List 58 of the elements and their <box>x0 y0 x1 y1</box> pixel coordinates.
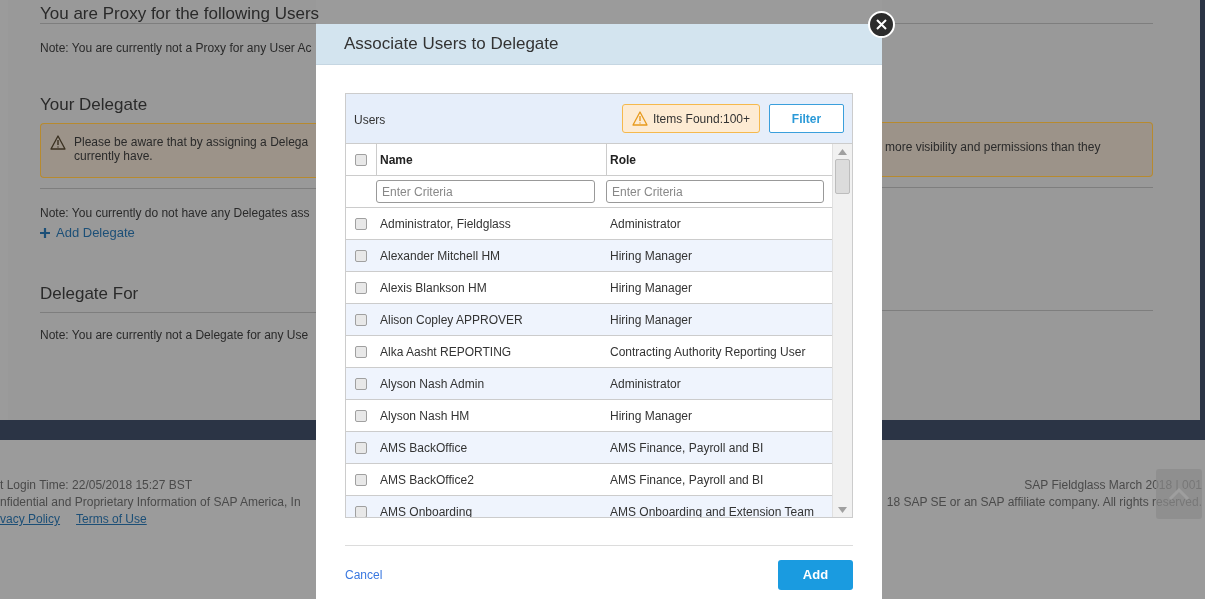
checkbox[interactable] <box>355 505 367 517</box>
name-cell-text: Alexander Mitchell HM <box>379 247 502 265</box>
column-header[interactable]: Name <box>376 144 606 175</box>
role-cell-text: Hiring Manager <box>609 311 694 329</box>
section-title: Your Delegate <box>40 95 149 115</box>
warning-icon <box>631 111 648 126</box>
checkbox[interactable] <box>355 441 367 454</box>
filter-field[interactable]: Enter Criteria <box>376 180 595 203</box>
role-cell-text: Hiring Manager <box>609 407 694 425</box>
cancel-link[interactable]: Cancel <box>345 566 383 584</box>
note-text: Note: You are currently not a Proxy for any User Ac <box>40 40 313 56</box>
checkbox[interactable] <box>355 409 367 422</box>
checkbox[interactable] <box>355 249 367 262</box>
role-cell-text: Administrator <box>609 375 682 393</box>
checkbox[interactable] <box>355 217 367 230</box>
filter-field[interactable]: Enter Criteria <box>606 180 824 203</box>
name-cell-text: Alison Copley APPROVER <box>379 311 524 329</box>
confidential-text: nfidential and Proprietary Information of SAP America, In <box>0 494 302 511</box>
checkbox[interactable] <box>355 281 367 294</box>
section-title: You are Proxy for the following Users <box>40 4 320 24</box>
role-cell-text: Administrator <box>609 215 682 233</box>
checkbox[interactable] <box>355 377 367 390</box>
checkbox[interactable] <box>355 345 367 358</box>
role-cell-text: Hiring Manager <box>609 279 694 297</box>
login-time-text: t Login Time: 22/05/2018 15:27 BST <box>0 477 194 494</box>
note-text: Note: You are currently not a Delegate for any Use <box>40 327 310 343</box>
role-cell-text: AMS Finance, Payroll and BI <box>609 471 765 489</box>
table-row[interactable]: Alison Copley APPROVER Hiring Manager <box>346 304 833 336</box>
scrollbar[interactable] <box>832 144 852 517</box>
name-cell-text: Administrator, Fieldglass <box>379 215 512 233</box>
note-text: Note: You currently do not have any Delegates ass <box>40 205 311 221</box>
table-row[interactable]: AMS BackOffice AMS Finance, Payroll and BI <box>346 432 833 464</box>
warning-icon <box>50 135 66 150</box>
scroll-down-icon[interactable] <box>838 507 847 513</box>
checkbox[interactable] <box>355 313 367 326</box>
dialog-title: Associate Users to Delegate <box>344 33 559 56</box>
plus-icon <box>40 228 50 238</box>
warning-text: Please be aware that by assigning a Delega currently have. <box>74 135 309 163</box>
checkbox[interactable] <box>355 153 367 166</box>
scroll-up-icon[interactable] <box>838 149 847 155</box>
warning-text: more visibility and permissions than they <box>885 140 1101 154</box>
close-icon <box>876 19 887 30</box>
table-row[interactable]: Alyson Nash Admin Administrator <box>346 368 833 400</box>
table-row[interactable]: Alexander Mitchell HM Hiring Manager <box>346 240 833 272</box>
role-cell-text: Hiring Manager <box>609 247 694 265</box>
name-cell-text: Alexis Blankson HM <box>379 279 488 297</box>
name-cell-text: Alka Aasht REPORTING <box>379 343 513 361</box>
checkbox[interactable] <box>355 473 367 486</box>
items-found-badge: Items Found:100+ <box>621 104 760 133</box>
role-cell-text: AMS Finance, Payroll and BI <box>609 439 765 457</box>
name-cell-text: Alyson Nash Admin <box>379 375 486 393</box>
name-cell-text: AMS BackOffice2 <box>379 471 475 489</box>
scrollbar-thumb[interactable] <box>835 159 850 194</box>
table-title: Users <box>354 111 386 129</box>
name-cell-text: Alyson Nash HM <box>379 407 471 425</box>
role-cell-text: Contracting Authority Reporting User <box>609 343 807 361</box>
section-title: Delegate For <box>40 284 140 304</box>
name-cell-text: AMS BackOffice <box>379 439 469 457</box>
